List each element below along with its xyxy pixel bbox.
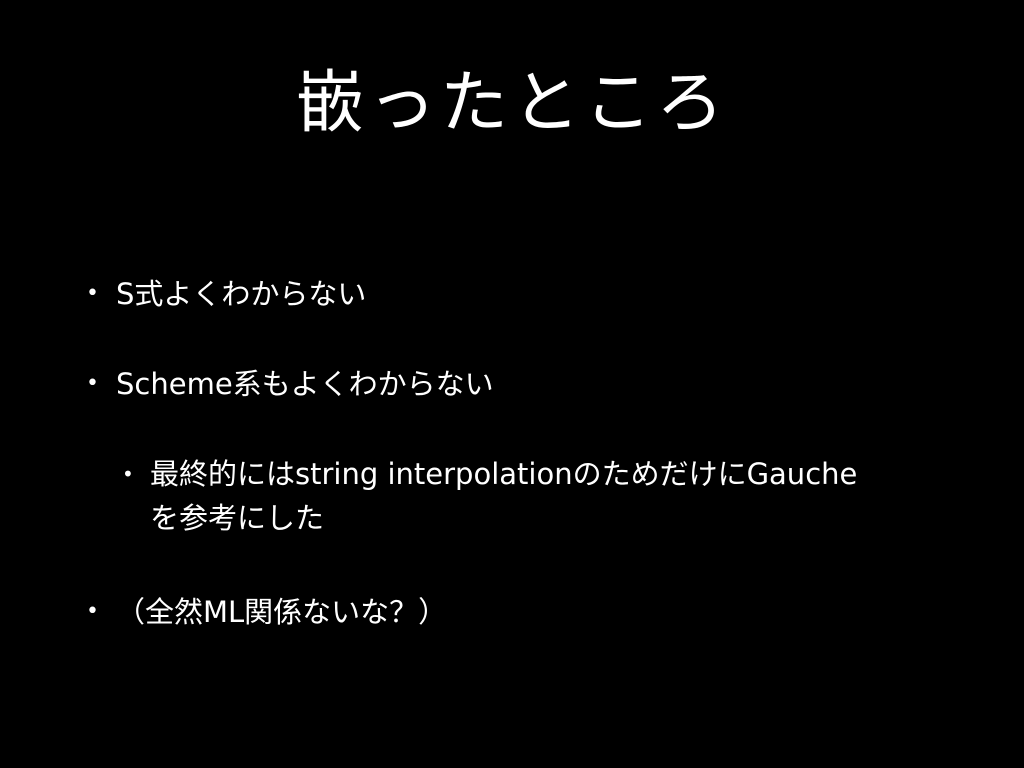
bullet-item: • （全然ML関係ないな？）	[86, 590, 448, 634]
bullet-dot-icon: •	[86, 599, 99, 624]
bullet-text: Scheme系もよくわからない	[116, 367, 494, 401]
bullet-item: • Scheme系もよくわからない	[86, 362, 494, 406]
sub-bullet-item: • 最終的にはstring interpolationのためだけにGauche …	[122, 452, 858, 540]
bullet-dot-icon: •	[86, 371, 99, 396]
sub-bullet-text-line2: を参考にした	[150, 501, 325, 535]
sub-bullet-text-line1: 最終的にはstring interpolationのためだけにGauche	[150, 457, 858, 491]
slide-title: 嵌ったところ	[295, 64, 728, 143]
slide: 嵌ったところ • S式よくわからない • Scheme系もよくわからない • 最…	[0, 0, 1024, 768]
bullet-text: S式よくわからない	[116, 277, 367, 311]
bullet-item: • S式よくわからない	[86, 272, 367, 316]
bullet-text: （全然ML関係ないな？）	[116, 595, 448, 629]
bullet-dot-icon: •	[122, 462, 134, 486]
bullet-dot-icon: •	[86, 281, 99, 306]
